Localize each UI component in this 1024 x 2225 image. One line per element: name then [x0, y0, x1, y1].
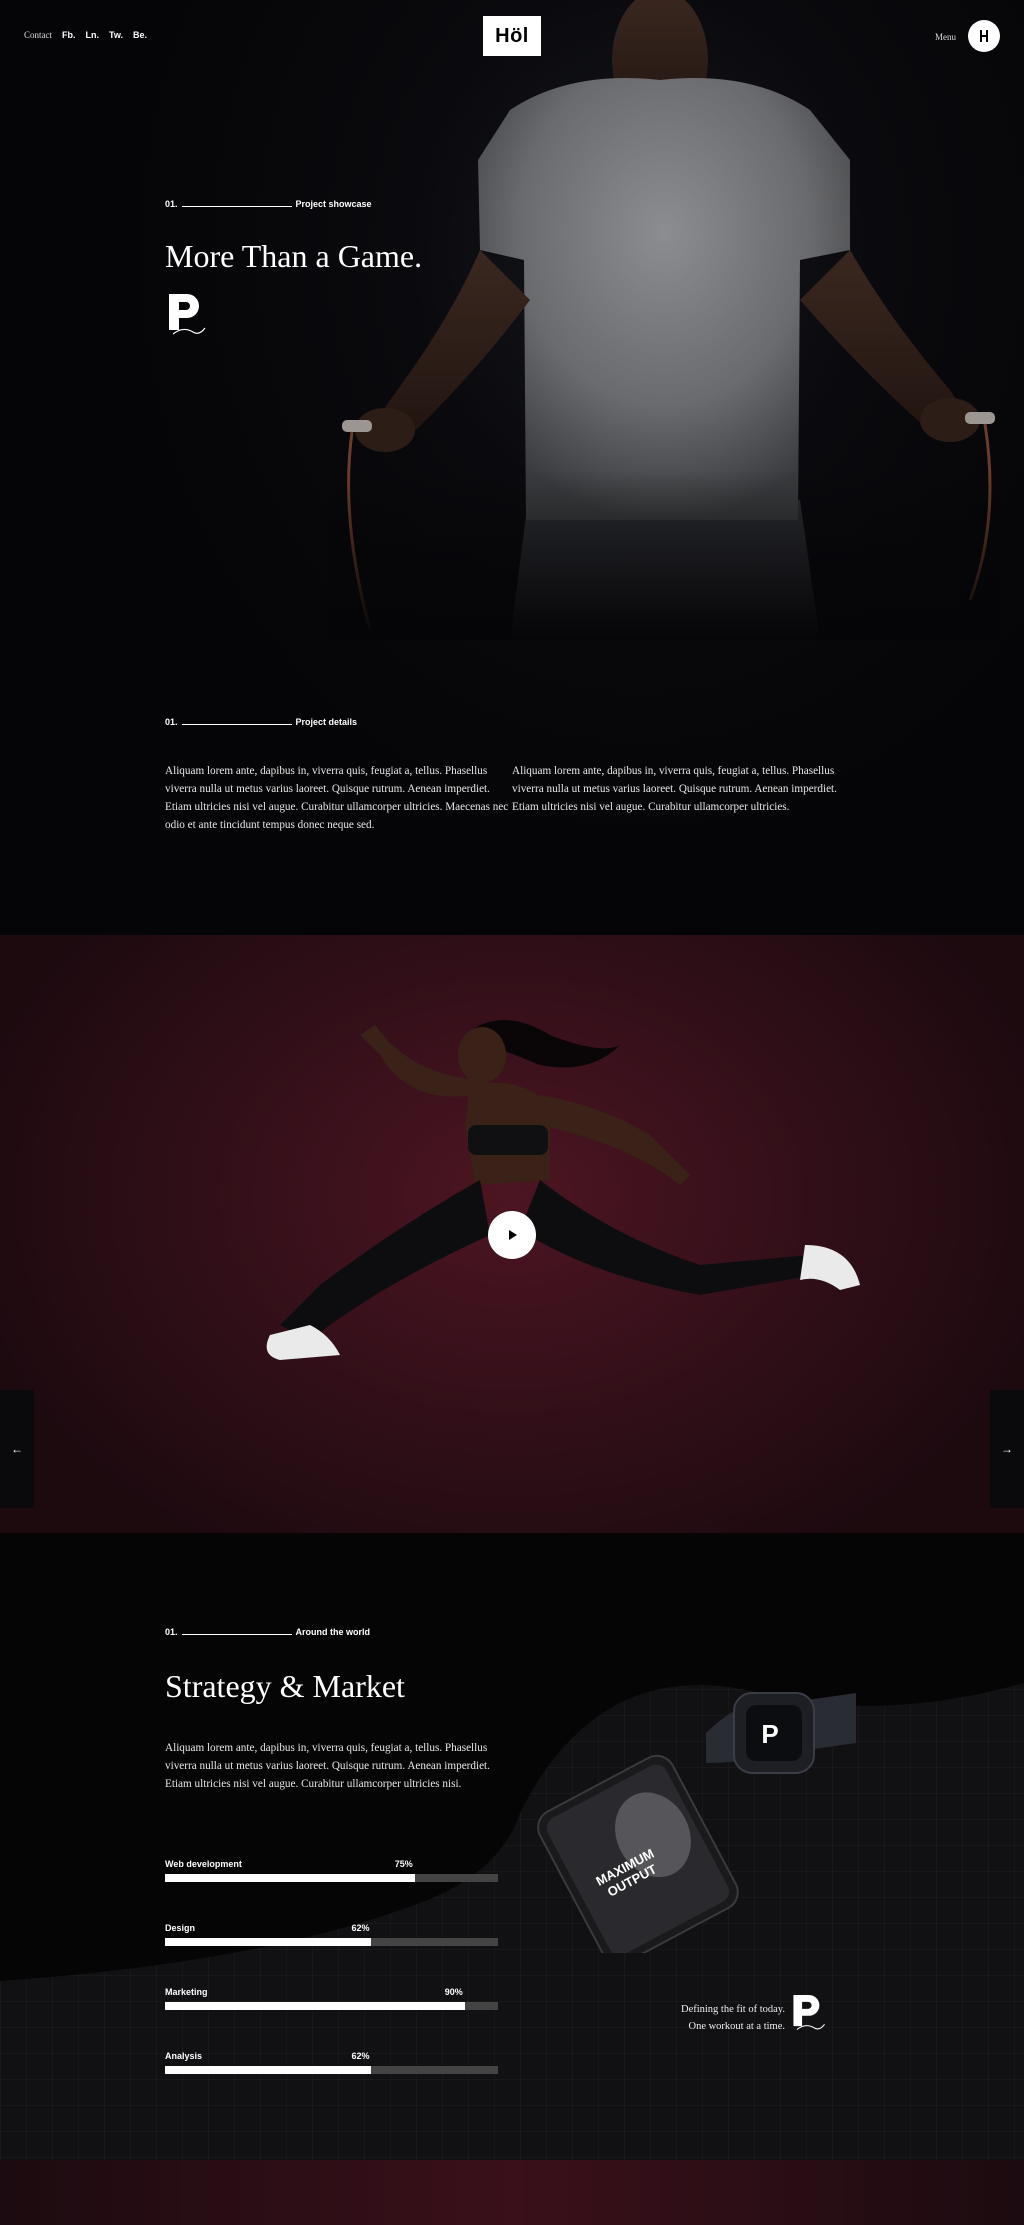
- skill-fill: [165, 1874, 415, 1882]
- watch-mockup: P: [706, 1692, 856, 1774]
- phone-mockup: MAXIMUM OUTPUT: [537, 1754, 739, 1953]
- next-section-preview: [0, 2160, 1024, 2225]
- skill-percent: 62%: [351, 1923, 370, 1933]
- skill-label: Marketing: [165, 1987, 208, 1997]
- facebook-link[interactable]: Fb.: [62, 30, 76, 40]
- skill-track: [165, 2002, 498, 2010]
- menu-label[interactable]: Menu: [935, 32, 956, 42]
- tagline-line-2: One workout at a time.: [688, 2021, 785, 2032]
- tagline-line-1: Defining the fit of today.: [680, 2004, 785, 2015]
- top-nav: Contact Fb. Ln. Tw. Be.: [24, 30, 147, 40]
- video-section: ← →: [0, 935, 1024, 1533]
- prev-arrow-button[interactable]: ←: [0, 1390, 34, 1508]
- skill-label: Web development: [165, 1859, 242, 1869]
- eyebrow-number: 01.: [165, 717, 178, 727]
- arrow-left-icon: ←: [11, 1441, 23, 1456]
- skill-label: Design: [165, 1923, 196, 1933]
- strategy-title: Strategy & Market: [165, 1668, 405, 1704]
- next-arrow-button[interactable]: →: [990, 1390, 1024, 1508]
- skill-percent: 90%: [444, 1987, 463, 1997]
- part-logo-icon: [793, 1995, 825, 2030]
- eyebrow-label: Project showcase: [295, 199, 372, 209]
- skill-track: [165, 2066, 498, 2074]
- skill-label: Analysis: [165, 2051, 203, 2061]
- behance-link[interactable]: Be.: [133, 30, 147, 40]
- skill-percent: 62%: [351, 2051, 370, 2061]
- strategy-section: 01. Around the world Strategy & Market A…: [0, 1533, 1024, 2160]
- skill-track: [165, 1874, 498, 1882]
- runner-image: [266, 1020, 860, 1360]
- contact-link[interactable]: Contact: [24, 30, 52, 40]
- menu-button[interactable]: [968, 20, 1000, 52]
- eyebrow-label: Project details: [295, 717, 358, 727]
- eyebrow-number: 01.: [165, 1627, 178, 1637]
- linkedin-link[interactable]: Ln.: [86, 30, 100, 40]
- details-eyebrow: 01. Project details: [165, 717, 357, 727]
- eyebrow-label: Around the world: [295, 1627, 371, 1637]
- skill-fill: [165, 2066, 372, 2074]
- hero-title: More Than a Game.: [165, 238, 423, 274]
- skill-track: [165, 1938, 498, 1946]
- athlete-image: [330, 0, 1000, 640]
- tagline: Defining the fit of today. One workout a…: [640, 2001, 785, 2035]
- eyebrow-number: 01.: [165, 199, 178, 209]
- eyebrow-line: [181, 206, 292, 207]
- menu-icon: [980, 30, 988, 42]
- skill-percent: 75%: [394, 1859, 413, 1869]
- strategy-text: Aliquam lorem ante, dapibus in, viverra …: [165, 1742, 490, 1790]
- details-column-1: Aliquam lorem ante, dapibus in, viverra …: [165, 765, 509, 831]
- twitter-link[interactable]: Tw.: [109, 30, 123, 40]
- watch-logo: P: [761, 1719, 778, 1749]
- strategy-eyebrow: 01. Around the world: [165, 1627, 370, 1637]
- arrow-right-icon: →: [1001, 1441, 1013, 1456]
- hero-eyebrow: 01. Project showcase: [165, 199, 372, 209]
- eyebrow-line: [181, 1634, 292, 1635]
- site-logo[interactable]: Höl: [483, 16, 541, 56]
- play-button[interactable]: [488, 1211, 536, 1259]
- eyebrow-line: [181, 724, 292, 725]
- skill-fill: [165, 1938, 372, 1946]
- part-logo-icon: [169, 294, 206, 335]
- grid-background: [0, 1683, 1024, 2160]
- skill-fill: [165, 2002, 465, 2010]
- play-icon: [509, 1230, 517, 1240]
- details-column-2: Aliquam lorem ante, dapibus in, viverra …: [512, 765, 837, 813]
